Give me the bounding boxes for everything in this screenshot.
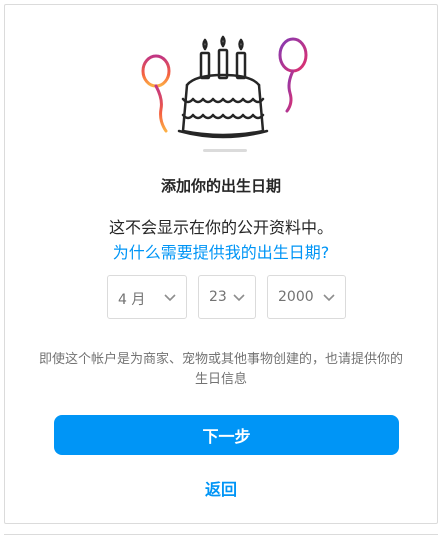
- dialog-title: 添加你的出生日期: [160, 177, 281, 195]
- chevron-down-icon: [322, 291, 336, 309]
- year-select[interactable]: 2000: [267, 275, 346, 319]
- dialog-subtitle: 这不会显示在你的公开资料中。: [108, 218, 333, 237]
- birthday-note: 即使这个帐户是为商家、宠物或其他事物创建的，也请提供你的生日信息: [38, 352, 403, 387]
- chevron-down-icon: [163, 291, 177, 309]
- month-select[interactable]: 4 月: [107, 275, 187, 319]
- birthday-dialog: 添加你的出生日期 这不会显示在你的公开资料中。 为什么需要提供我的出生日期? 4…: [4, 4, 438, 524]
- birthday-cake-illustration: [139, 35, 311, 159]
- why-birthday-link[interactable]: 为什么需要提供我的出生日期?: [5, 239, 437, 263]
- day-value: 23: [209, 289, 227, 305]
- divider: [4, 534, 438, 535]
- month-value: 4 月: [118, 292, 146, 308]
- year-value: 2000: [278, 289, 314, 305]
- back-link[interactable]: 返回: [5, 476, 437, 500]
- day-select[interactable]: 23: [198, 275, 256, 319]
- next-button[interactable]: 下一步: [54, 415, 399, 455]
- chevron-down-icon: [232, 291, 246, 309]
